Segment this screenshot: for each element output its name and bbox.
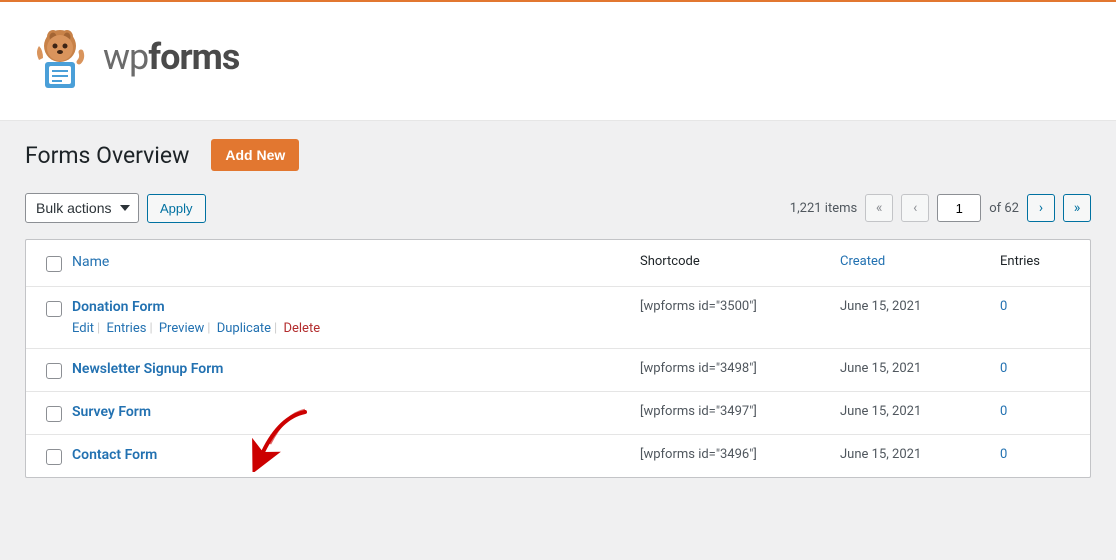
preview-link[interactable]: Preview [159, 321, 204, 336]
form-name-link[interactable]: Contact Form [72, 447, 157, 463]
forms-table: Name Shortcode Created Entries Donation … [25, 239, 1091, 478]
last-page-button[interactable]: » [1063, 194, 1091, 222]
items-count: 1,221 items [790, 201, 857, 216]
form-name-link[interactable]: Survey Form [72, 404, 151, 420]
prev-page-button: ‹ [901, 194, 929, 222]
logo-text: wpforms [103, 36, 239, 78]
created-cell: June 15, 2021 [840, 447, 1000, 462]
entries-count-link[interactable]: 0 [1000, 447, 1007, 462]
table-row: Survey Form [wpforms id="3497"] June 15,… [26, 392, 1090, 435]
apply-button[interactable]: Apply [147, 194, 206, 223]
delete-link[interactable]: Delete [283, 321, 320, 336]
next-page-button[interactable]: › [1027, 194, 1055, 222]
entries-column-header: Entries [1000, 254, 1080, 269]
bulk-actions-select[interactable]: Bulk actions [25, 193, 139, 223]
table-header-row: Name Shortcode Created Entries [26, 240, 1090, 287]
entries-count-link[interactable]: 0 [1000, 299, 1007, 314]
sullie-mascot-icon [25, 22, 95, 92]
shortcode-column-header: Shortcode [640, 254, 840, 269]
table-row: Newsletter Signup Form [wpforms id="3498… [26, 349, 1090, 392]
shortcode-cell: [wpforms id="3496"] [640, 447, 840, 462]
page-title: Forms Overview [25, 142, 189, 169]
table-row: Donation Form Edit| Entries| Preview| Du… [26, 287, 1090, 349]
entries-count-link[interactable]: 0 [1000, 361, 1007, 376]
entries-count-link[interactable]: 0 [1000, 404, 1007, 419]
name-column-header[interactable]: Name [72, 254, 109, 270]
form-name-link[interactable]: Donation Form [72, 299, 165, 315]
wpforms-logo: wpforms [25, 22, 1091, 92]
total-pages-text: of 62 [989, 201, 1019, 216]
created-cell: June 15, 2021 [840, 299, 1000, 314]
row-checkbox[interactable] [46, 406, 62, 422]
created-column-header[interactable]: Created [840, 254, 885, 269]
form-name-link[interactable]: Newsletter Signup Form [72, 361, 223, 377]
shortcode-cell: [wpforms id="3500"] [640, 299, 840, 314]
current-page-input[interactable] [937, 194, 981, 222]
entries-link[interactable]: Entries [106, 321, 146, 336]
row-actions: Edit| Entries| Preview| Duplicate| Delet… [72, 321, 640, 336]
plugin-header: wpforms [0, 2, 1116, 121]
row-checkbox[interactable] [46, 363, 62, 379]
duplicate-link[interactable]: Duplicate [217, 321, 271, 336]
created-cell: June 15, 2021 [840, 361, 1000, 376]
table-row: Contact Form [wpforms id="3496"] June 15… [26, 435, 1090, 477]
row-checkbox[interactable] [46, 301, 62, 317]
shortcode-cell: [wpforms id="3497"] [640, 404, 840, 419]
row-checkbox[interactable] [46, 449, 62, 465]
edit-link[interactable]: Edit [72, 321, 94, 336]
shortcode-cell: [wpforms id="3498"] [640, 361, 840, 376]
select-all-checkbox[interactable] [46, 256, 62, 272]
created-cell: June 15, 2021 [840, 404, 1000, 419]
add-new-button[interactable]: Add New [211, 139, 299, 171]
first-page-button: « [865, 194, 893, 222]
